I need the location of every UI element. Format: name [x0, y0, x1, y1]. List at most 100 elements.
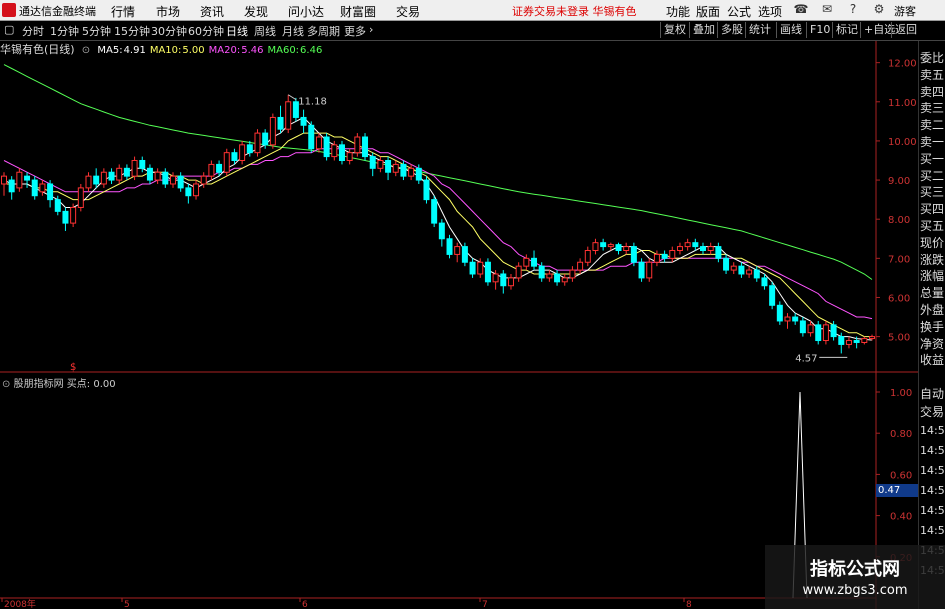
toggle-panel-icon[interactable]: ▢	[4, 23, 14, 36]
period-tab-0[interactable]: 分时	[22, 23, 44, 39]
tool-button-0[interactable]: 复权	[660, 22, 689, 38]
quote-label-17: 净资	[920, 336, 945, 351]
login-notice[interactable]: 证券交易未登录 华锡有色	[512, 3, 637, 19]
period-tab-7[interactable]: 周线	[254, 23, 276, 39]
quote-label-3: 卖三	[920, 101, 945, 116]
tool-button-4[interactable]: 画线	[776, 22, 805, 38]
candle-body	[223, 152, 230, 173]
candlestick-chart[interactable]: 12.00 11.00 10.00 9.00 8.00 7.00 6.00 5.00 1.00 0…	[0, 41, 918, 609]
candle-body	[507, 277, 514, 287]
tool-button-2[interactable]: 多股	[717, 22, 746, 38]
candle-body	[162, 171, 169, 185]
period-tab-5[interactable]: 60分钟	[188, 23, 224, 39]
quote-label-4: 卖二	[920, 118, 945, 133]
menu-1[interactable]: 市场	[156, 3, 180, 20]
candle-body	[538, 265, 545, 279]
quote-label-12: 涨跌	[920, 252, 945, 267]
candle-body	[630, 246, 637, 263]
guest-label[interactable]: 游客	[894, 3, 916, 19]
period-tab-6[interactable]: 日线	[226, 23, 248, 39]
x-tick-label: 2008年	[4, 598, 36, 609]
tool-button-5[interactable]: F10	[806, 22, 833, 38]
candle-body	[746, 269, 753, 275]
candle-body	[799, 320, 806, 334]
period-tab-8[interactable]: 月线	[282, 23, 304, 39]
right-menu-3[interactable]: 选项	[758, 3, 782, 20]
candle-body	[653, 253, 660, 263]
quote-label-11: 现价	[920, 235, 945, 250]
period-tab-4[interactable]: 30分钟	[151, 23, 187, 39]
period-toolbar: ▢ 分时 1分钟 5分钟 15分钟 30分钟 60分钟 日线 周线 月线 多周期 更多 › 复权 叠加…	[0, 21, 945, 41]
candle-body	[54, 199, 61, 212]
candle-body	[77, 187, 84, 208]
collapse-icon[interactable]: ⊙	[2, 379, 10, 390]
quote-label-0: 委比	[920, 51, 945, 65]
y-tick-label: 11.00	[888, 98, 917, 109]
candle-body	[869, 336, 875, 340]
menu-2[interactable]: 资讯	[200, 3, 224, 20]
chevron-right-icon[interactable]: ›	[369, 23, 373, 36]
candle-body	[47, 183, 54, 201]
candle-body	[16, 171, 23, 189]
y-tick-label: 5.00	[888, 333, 910, 344]
period-tab-3[interactable]: 15分钟	[114, 23, 150, 39]
app-logo-icon	[2, 3, 16, 17]
help-icon[interactable]: ?	[844, 2, 862, 18]
candle-body	[246, 144, 253, 154]
menu-3[interactable]: 发现	[244, 3, 268, 20]
menu-4[interactable]: 问小达	[288, 3, 324, 20]
right-menu-1[interactable]: 版面	[696, 3, 720, 20]
period-tab-2[interactable]: 5分钟	[82, 23, 111, 39]
menu-5[interactable]: 财富圈	[340, 3, 376, 20]
candle-body	[93, 175, 100, 185]
candle-body	[39, 183, 46, 193]
settings-icon[interactable]: ⚙	[870, 2, 888, 18]
indicator-info-bar: ⊙ 股朋指标网 买点: 0.00	[2, 375, 116, 390]
candle-body	[369, 156, 376, 169]
quote-panel: 委比 卖五 卖四 卖三 卖二 卖一 买一 买二 买三 买四 买五 现价 涨跌 涨幅 总量 外盘 换手 净资 收益 自…	[918, 41, 945, 609]
candle-body	[239, 144, 246, 161]
candle-body	[139, 159, 146, 169]
x-tick-label: 5	[124, 600, 130, 609]
tool-button-3[interactable]: 统计	[745, 22, 774, 38]
quote-label-2: 卖四	[920, 84, 945, 99]
candle-body	[269, 116, 276, 146]
candle-body	[200, 175, 207, 185]
candle-body	[492, 273, 499, 283]
lower-tick-label: 0.40	[890, 512, 912, 523]
message-icon[interactable]: ✉	[818, 2, 836, 18]
period-tab-10[interactable]: 更多	[344, 23, 366, 39]
candle-body	[362, 136, 369, 158]
y-tick-label: 12.00	[888, 59, 917, 70]
candle-body	[830, 324, 837, 338]
candle-body	[208, 163, 215, 177]
quote-label-18: 收益	[920, 353, 945, 368]
candle-body	[8, 179, 15, 193]
period-tab-9[interactable]: 多周期	[307, 23, 340, 39]
menu-0[interactable]: 行情	[111, 3, 135, 20]
right-menu-2[interactable]: 公式	[727, 3, 751, 20]
support-icon[interactable]: ☎	[792, 2, 810, 18]
candle-body	[70, 206, 77, 224]
candle-body	[700, 246, 707, 252]
candle-body	[723, 257, 730, 271]
candle-body	[400, 163, 407, 177]
candle-body	[454, 246, 461, 255]
tool-button-6[interactable]: 标记	[832, 22, 861, 38]
right-menu-0[interactable]: 功能	[666, 3, 690, 20]
candle-body	[123, 167, 130, 177]
candle-body	[146, 167, 153, 181]
high-label: 11.18	[298, 97, 327, 108]
period-tab-1[interactable]: 1分钟	[50, 23, 79, 39]
trade-label-0[interactable]: 自动	[920, 385, 944, 402]
candle-body	[385, 159, 392, 173]
candle-body	[707, 246, 714, 252]
candle-body	[853, 340, 860, 343]
trade-label-1[interactable]: 交易	[920, 403, 944, 420]
candle-body	[338, 144, 345, 161]
tool-button-8[interactable]: 返回	[891, 22, 920, 38]
menu-6[interactable]: 交易	[396, 3, 420, 20]
y-tick-label: 7.00	[888, 254, 910, 265]
tool-button-1[interactable]: 叠加	[689, 22, 718, 38]
app-title: 通达信金融终端	[19, 5, 96, 18]
